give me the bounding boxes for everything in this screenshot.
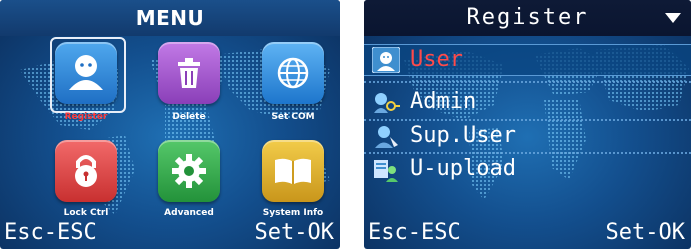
ok-softkey[interactable]: Set-OK [606, 219, 685, 247]
advanced-tile-label: Advanced [164, 208, 214, 218]
esc-softkey[interactable]: Esc-ESC [4, 219, 97, 247]
lock-ctrl-tile-label: Lock Ctrl [63, 208, 109, 218]
admin-key-icon [374, 93, 400, 113]
person-icon [69, 55, 103, 90]
list-item-admin[interactable]: Admin [364, 87, 691, 117]
set-com-tile-label: Set COM [271, 112, 315, 122]
register-tile-label: Register [64, 112, 108, 122]
ok-softkey[interactable]: Set-OK [255, 219, 334, 247]
register-tile[interactable] [55, 42, 117, 104]
list-item-u-upload[interactable]: U-upload [364, 154, 691, 184]
register-title-text: Register [466, 5, 589, 30]
book-icon [275, 158, 311, 184]
delete-tile-label: Delete [172, 112, 206, 122]
lock-icon [75, 155, 97, 187]
delete-tile[interactable] [158, 42, 220, 104]
gear-icon [172, 154, 206, 188]
menu-title: MENU [0, 0, 340, 36]
list-item-label: User [410, 47, 463, 72]
list-item-label: Sup.User [410, 123, 516, 148]
list-item-user[interactable]: User [364, 44, 691, 76]
set-com-tile[interactable] [262, 42, 324, 104]
register-title: Register [364, 0, 691, 36]
upload-user-icon [374, 160, 398, 182]
advanced-tile[interactable] [158, 140, 220, 202]
list-item-label: Admin [410, 89, 477, 114]
system-info-tile[interactable] [262, 140, 324, 202]
user-face-icon [372, 47, 400, 73]
trash-icon [178, 58, 200, 88]
menu-screen: MENU Register Delete Set COM Lock Ctrl A… [0, 0, 340, 249]
dropdown-arrow-icon [665, 13, 681, 23]
row-divider [364, 81, 691, 83]
list-item-label: U-upload [410, 156, 516, 181]
list-item-sup-user[interactable]: Sup.User [364, 121, 691, 151]
esc-softkey[interactable]: Esc-ESC [368, 219, 461, 247]
globe-icon [277, 57, 309, 89]
system-info-tile-label: System Info [262, 208, 324, 218]
super-user-icon [375, 126, 398, 148]
register-screen: Register User Admin Sup.User U-upload Es… [364, 0, 691, 249]
lock-ctrl-tile[interactable] [55, 140, 117, 202]
